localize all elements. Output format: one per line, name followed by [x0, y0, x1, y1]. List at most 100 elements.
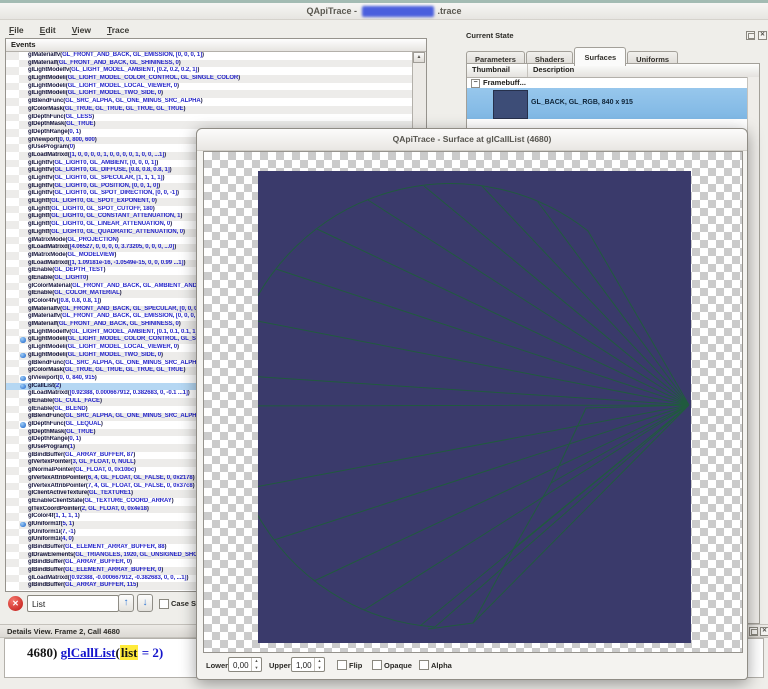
event-call-name: glDepthFunc [28, 421, 64, 427]
collapse-icon[interactable]: − [471, 79, 480, 88]
event-call-name: glBindBuffer [28, 559, 63, 565]
event-call-args: GL_TRUE [66, 121, 93, 127]
surface-row[interactable]: GL_BACK, GL_RGB, 840 x 915 [467, 88, 759, 119]
details-dock-close-icon[interactable]: ✕ [760, 627, 768, 636]
search-close-icon[interactable]: ✕ [8, 596, 23, 611]
surface-image [258, 171, 691, 643]
state-dock-close-icon[interactable]: ✕ [758, 31, 767, 40]
event-row[interactable]: glColorMask(GL_TRUE, GL_TRUE, GL_TRUE, G… [6, 106, 413, 114]
event-call-name: glCallList [28, 383, 54, 389]
event-call-name: glBlendFunc [28, 98, 63, 104]
event-call-args: GL_LIGHT0, GL_DIFFUSE, [0.8, 0.8, 0.8, 1… [54, 167, 169, 173]
event-call-name: glVertexAttribPointer [28, 475, 86, 481]
event-call-name: glBindBuffer [28, 567, 63, 573]
event-call-name: glBlendFunc [28, 413, 63, 419]
col-thumbnail[interactable]: Thumbnail [467, 64, 528, 77]
event-call-name: glLightModeli [28, 352, 66, 358]
event-call-args: [0.92388, -0.000667912, -0.382683, 0, 0,… [70, 575, 187, 581]
info-icon [20, 353, 26, 359]
event-call-args: GL_LIGHT0 [54, 275, 86, 281]
event-row[interactable]: glLightModelfv(GL_LIGHT_MODEL_AMBIENT, [… [6, 67, 413, 75]
event-row[interactable]: glLightModeli(GL_LIGHT_MODEL_COLOR_CONTR… [6, 75, 413, 83]
event-call-name: glColorMaterial [28, 283, 70, 289]
flip-checkbox[interactable] [337, 660, 347, 670]
spin-arrows-icon[interactable]: ▲▼ [251, 658, 261, 671]
event-call-name: glDepthMask [28, 121, 64, 127]
event-row[interactable]: glBlendFunc(GL_SRC_ALPHA, GL_ONE_MINUS_S… [6, 98, 413, 106]
event-call-args: GL_PROJECTION [67, 237, 116, 243]
event-call-args: GL_LIGHT_MODEL_LOCAL_VIEWER, 0 [68, 344, 177, 350]
event-call-args: GL_LIGHT_MODEL_LOCAL_VIEWER, 0 [68, 83, 177, 89]
event-call-name: glEnable [28, 398, 52, 404]
event-call-args: 0, 1 [69, 436, 79, 442]
event-call-name: glVertexPointer [28, 459, 71, 465]
event-call-args: GL_LESS [65, 114, 92, 120]
search-input[interactable] [27, 595, 119, 612]
event-call-name: glDepthRange [28, 436, 67, 442]
event-call-args: GL_ARRAY_BUFFER, 87 [65, 452, 133, 458]
event-call-args: GL_MODELVIEW [67, 252, 114, 258]
col-description[interactable]: Description [528, 64, 574, 77]
find-previous-button[interactable]: ↑ [118, 594, 134, 612]
call-link[interactable]: glCallList [61, 645, 116, 660]
surface-description: GL_BACK, GL_RGB, 840 x 915 [531, 99, 633, 106]
event-call-name: glUniform1i [28, 529, 60, 535]
state-scrollbar[interactable] [747, 77, 759, 623]
event-call-name: glLightfv [28, 183, 52, 189]
event-row[interactable]: glLightModeli(GL_LIGHT_MODEL_TWO_SIDE, 0… [6, 90, 413, 98]
menu-edit[interactable]: Edit [33, 23, 65, 35]
info-icon [20, 376, 26, 382]
event-row[interactable]: glMaterialf(GL_FRONT_AND_BACK, GL_SHININ… [6, 60, 413, 68]
framebuffer-group-row[interactable]: −Framebuff... [467, 78, 759, 88]
event-row[interactable]: glMaterialfv(GL_FRONT_AND_BACK, GL_EMISS… [6, 52, 413, 60]
event-call-name: glNormalPointer [28, 467, 73, 473]
event-call-name: glMaterialfv [28, 52, 60, 58]
find-next-button[interactable]: ↓ [137, 594, 153, 612]
event-call-name: glBindBuffer [28, 452, 63, 458]
event-call-args: 0, 0, 840, 915 [59, 375, 94, 381]
state-dock-float-icon[interactable] [746, 31, 755, 40]
event-call-name: glLightfv [28, 167, 52, 173]
event-call-args: GL_LIGHT0, GL_QUADRATIC_ATTENUATION, 0 [51, 229, 183, 235]
event-call-name: glLightModeli [28, 83, 66, 89]
event-call-args: GL_TEXTURE1 [89, 490, 131, 496]
event-call-name: glUniform1i [28, 536, 60, 542]
surface-dialog-title[interactable]: QApiTrace - Surface at glCallList (4680) [197, 129, 747, 151]
event-call-args: GL_FRONT_AND_BACK, GL_EMISSION, [0, 0, 0… [62, 52, 202, 58]
event-row[interactable]: glDepthFunc(GL_LESS) [6, 114, 413, 122]
menu-trace[interactable]: Trace [100, 23, 138, 35]
event-call-args: 4, 0 [62, 536, 72, 542]
event-call-name: glLightf [28, 221, 49, 227]
opaque-checkbox[interactable] [372, 660, 382, 670]
spin-arrows-icon[interactable]: ▲▼ [314, 658, 324, 671]
event-call-args: GL_LIGHT_MODEL_AMBIENT, [0.1, 0.1, 0.1, … [71, 329, 197, 335]
menu-view[interactable]: View [65, 23, 100, 35]
scroll-up-icon[interactable]: ▲ [413, 52, 425, 63]
upper-spinbox[interactable]: 1,00 ▲▼ [291, 657, 325, 672]
alpha-checkbox[interactable] [419, 660, 429, 670]
titlebar[interactable]: QApiTrace - .trace [0, 3, 768, 20]
event-call-name: glLightModeli [28, 336, 66, 342]
surface-thumbnail[interactable] [493, 90, 528, 119]
event-call-args: GL_TRUE, GL_TRUE, GL_TRUE, GL_TRUE [65, 106, 184, 112]
lower-spinbox[interactable]: 0,00 ▲▼ [228, 657, 262, 672]
state-tabs: ParametersShadersSurfacesUniforms [466, 47, 679, 63]
tab-surfaces[interactable]: Surfaces [574, 47, 626, 66]
events-header[interactable]: Events [6, 39, 426, 52]
arrow-up-icon: ↑ [124, 597, 129, 608]
current-state-title: Current State [466, 31, 514, 40]
details-dock-float-icon[interactable] [749, 627, 758, 636]
event-call-name: glEnable [28, 406, 52, 412]
event-call-name: glLoadMatrixd [28, 260, 68, 266]
info-icon [20, 422, 26, 428]
event-call-name: glLightModeli [28, 344, 66, 350]
event-call-args: [4.06527, 0, 0, 0, 0, 3.73205, 0, 0, 0, … [70, 244, 175, 250]
event-call-name: glColorMask [28, 106, 63, 112]
event-row[interactable]: glLightModeli(GL_LIGHT_MODEL_LOCAL_VIEWE… [6, 83, 413, 91]
case-sensitive-checkbox[interactable] [159, 599, 169, 609]
event-call-name: glEnable [28, 275, 52, 281]
event-call-name: glUniform1f [28, 521, 61, 527]
event-call-name: glMaterialfv [28, 313, 60, 319]
event-call-name: glEnable [28, 267, 52, 273]
menu-file[interactable]: File [2, 23, 33, 35]
